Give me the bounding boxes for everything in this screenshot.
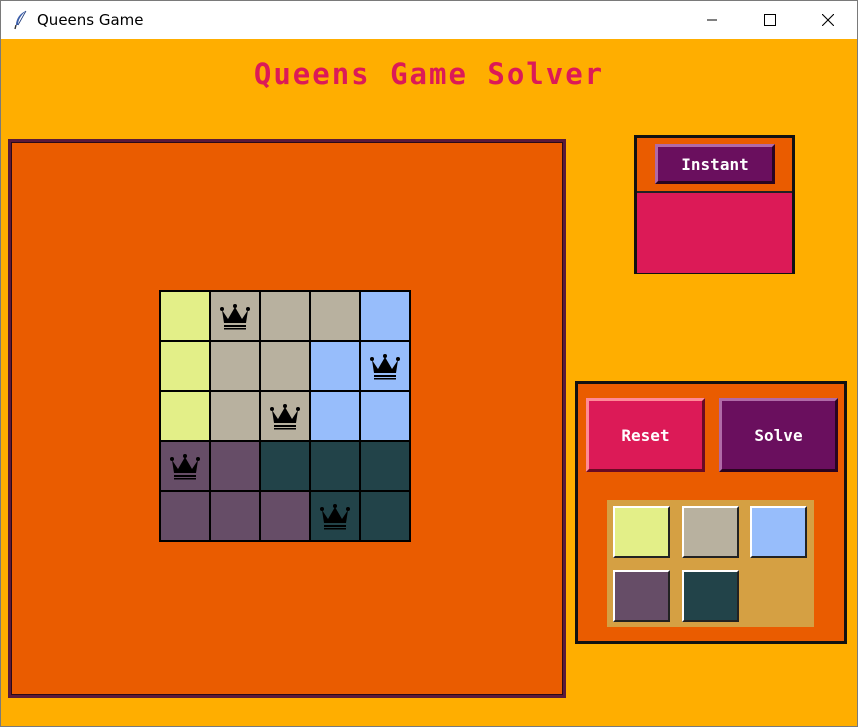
crown-icon — [270, 404, 300, 430]
solve-button[interactable]: Solve — [719, 398, 838, 472]
board-cell[interactable] — [160, 491, 210, 541]
minimize-button[interactable] — [683, 1, 741, 39]
board-cell[interactable] — [260, 391, 310, 441]
queens-board — [159, 290, 411, 542]
board-cell[interactable] — [310, 441, 360, 491]
minimize-icon — [707, 19, 717, 21]
color-swatch-blue[interactable] — [750, 506, 807, 558]
board-cell[interactable] — [160, 341, 210, 391]
board-cell[interactable] — [360, 491, 410, 541]
board-cell[interactable] — [310, 291, 360, 341]
board-cell[interactable] — [260, 441, 310, 491]
board-cell[interactable] — [360, 341, 410, 391]
board-cell[interactable] — [360, 291, 410, 341]
speed-display — [637, 191, 792, 273]
instant-button[interactable]: Instant — [655, 144, 775, 184]
close-icon — [822, 14, 834, 26]
crown-icon — [220, 304, 250, 330]
board-cell[interactable] — [310, 391, 360, 441]
board-cell[interactable] — [210, 441, 260, 491]
board-cell[interactable] — [160, 441, 210, 491]
board-cell[interactable] — [260, 491, 310, 541]
board-cell[interactable] — [260, 291, 310, 341]
board-cell[interactable] — [210, 391, 260, 441]
speed-panel: Instant — [634, 135, 795, 274]
board-cell[interactable] — [160, 291, 210, 341]
crown-icon — [370, 354, 400, 380]
board-cell[interactable] — [360, 391, 410, 441]
color-swatch-purple[interactable] — [613, 570, 670, 622]
color-palette — [607, 500, 814, 627]
title-bar: Queens Game — [1, 1, 857, 39]
crown-icon — [320, 504, 350, 530]
crown-icon — [170, 454, 200, 480]
close-button[interactable] — [799, 1, 857, 39]
app-heading: Queens Game Solver — [253, 57, 605, 91]
color-swatch-yellow[interactable] — [613, 506, 670, 558]
color-swatch-teal[interactable] — [682, 570, 739, 622]
board-cell[interactable] — [310, 341, 360, 391]
maximize-icon — [764, 14, 776, 26]
maximize-button[interactable] — [741, 1, 799, 39]
board-cell[interactable] — [160, 391, 210, 441]
board-panel — [8, 139, 566, 698]
board-cell[interactable] — [260, 341, 310, 391]
color-swatch-gray[interactable] — [682, 506, 739, 558]
control-panel: Reset Solve — [575, 381, 847, 644]
app-window: Queens Game Queens Game Solver Instant R… — [0, 0, 858, 727]
reset-button[interactable]: Reset — [586, 398, 705, 472]
feather-icon — [14, 10, 27, 30]
window-title: Queens Game — [37, 11, 144, 29]
board-cell[interactable] — [210, 341, 260, 391]
board-cell[interactable] — [310, 491, 360, 541]
board-cell[interactable] — [210, 491, 260, 541]
board-cell[interactable] — [210, 291, 260, 341]
board-cell[interactable] — [360, 441, 410, 491]
